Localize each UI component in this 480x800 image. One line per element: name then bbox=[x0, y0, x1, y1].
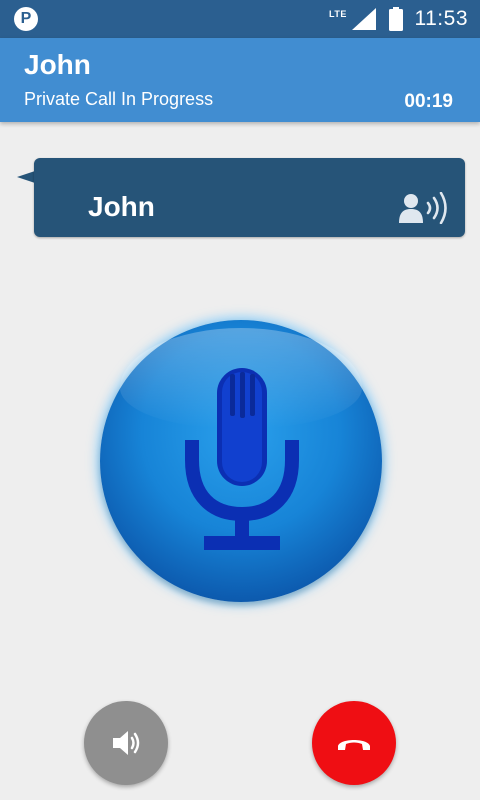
call-header: John Private Call In Progress 00:19 bbox=[0, 38, 480, 122]
call-status-text: Private Call In Progress bbox=[24, 89, 214, 109]
caller-name-title: John bbox=[24, 49, 91, 80]
current-speaker-card: John bbox=[34, 158, 465, 237]
end-call-button[interactable] bbox=[312, 701, 396, 785]
push-to-talk-button[interactable] bbox=[100, 320, 382, 602]
speaker-bubble-tail bbox=[17, 171, 35, 183]
network-type-label: LTE bbox=[329, 9, 347, 19]
microphone-icon bbox=[185, 368, 299, 550]
status-bar: P LTE 11:53 bbox=[0, 0, 480, 38]
signal-icon bbox=[352, 8, 376, 30]
speaker-toggle-button[interactable] bbox=[84, 701, 168, 785]
hang-up-icon bbox=[338, 740, 370, 750]
current-speaker-name: John bbox=[88, 191, 155, 222]
clock: 11:53 bbox=[414, 7, 468, 30]
speaker-icon bbox=[113, 731, 140, 755]
battery-icon bbox=[389, 7, 403, 31]
app-p-icon: P bbox=[14, 7, 38, 31]
person-speaking-icon bbox=[399, 192, 447, 224]
call-timer: 00:19 bbox=[404, 91, 453, 112]
